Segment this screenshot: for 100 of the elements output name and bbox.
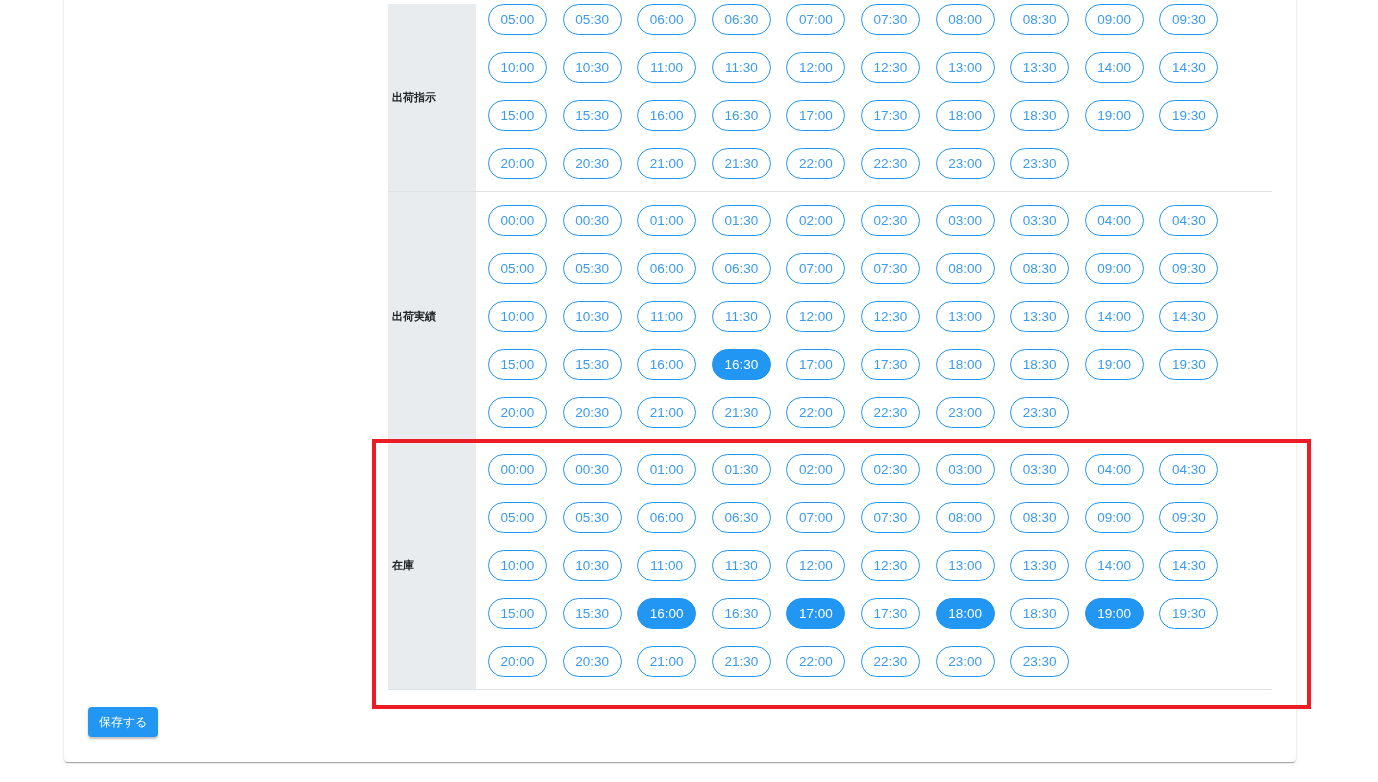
time-slot-toggle[interactable]: 12:00	[786, 52, 846, 83]
time-slot-toggle[interactable]: 18:30	[1010, 349, 1070, 380]
time-slot-toggle[interactable]: 03:30	[1010, 454, 1070, 485]
time-slot-toggle[interactable]: 14:00	[1084, 52, 1144, 83]
time-slot-toggle[interactable]: 07:30	[860, 253, 920, 284]
time-slot-toggle[interactable]: 09:00	[1084, 253, 1144, 284]
time-slot-toggle[interactable]: 23:00	[935, 148, 995, 179]
time-slot-toggle[interactable]: 01:30	[711, 454, 771, 485]
time-slot-toggle[interactable]: 12:30	[860, 52, 920, 83]
time-slot-toggle[interactable]: 15:30	[562, 598, 622, 629]
time-slot-toggle[interactable]: 06:00	[637, 253, 697, 284]
time-slot-toggle[interactable]: 07:00	[786, 502, 846, 533]
time-slot-toggle[interactable]: 20:30	[562, 397, 622, 428]
time-slot-toggle[interactable]: 22:00	[786, 397, 846, 428]
time-slot-toggle[interactable]: 17:30	[860, 100, 920, 131]
time-slot-toggle[interactable]: 13:00	[935, 52, 995, 83]
time-slot-toggle[interactable]: 07:30	[860, 502, 920, 533]
time-slot-toggle[interactable]: 02:00	[786, 454, 846, 485]
time-slot-toggle[interactable]: 19:00	[1084, 598, 1144, 629]
time-slot-toggle[interactable]: 05:00	[488, 4, 547, 35]
time-slot-toggle[interactable]: 05:30	[562, 4, 622, 35]
time-slot-toggle[interactable]: 10:00	[488, 550, 547, 581]
time-slot-toggle[interactable]: 08:00	[935, 4, 995, 35]
time-slot-toggle[interactable]: 10:30	[562, 550, 622, 581]
time-slot-toggle[interactable]: 20:30	[562, 148, 622, 179]
time-slot-toggle[interactable]: 18:00	[935, 100, 995, 131]
time-slot-toggle[interactable]: 22:30	[860, 397, 920, 428]
time-slot-toggle[interactable]: 08:00	[935, 502, 995, 533]
time-slot-toggle[interactable]: 06:00	[637, 502, 697, 533]
time-slot-toggle[interactable]: 22:00	[786, 646, 846, 677]
time-slot-toggle[interactable]: 17:00	[786, 349, 846, 380]
time-slot-toggle[interactable]: 02:30	[860, 205, 920, 236]
time-slot-toggle[interactable]: 09:00	[1084, 502, 1144, 533]
time-slot-toggle[interactable]: 11:00	[637, 301, 697, 332]
time-slot-toggle[interactable]: 23:00	[935, 646, 995, 677]
time-slot-toggle[interactable]: 19:30	[1159, 100, 1219, 131]
time-slot-toggle[interactable]: 17:00	[786, 100, 846, 131]
time-slot-toggle[interactable]: 09:30	[1159, 4, 1219, 35]
time-slot-toggle[interactable]: 14:00	[1084, 550, 1144, 581]
time-slot-toggle[interactable]: 12:00	[786, 550, 846, 581]
time-slot-toggle[interactable]: 10:00	[488, 301, 547, 332]
time-slot-toggle[interactable]: 01:00	[637, 454, 697, 485]
time-slot-toggle[interactable]: 19:00	[1084, 100, 1144, 131]
time-slot-toggle[interactable]: 23:30	[1010, 148, 1070, 179]
time-slot-toggle[interactable]: 15:00	[488, 598, 547, 629]
time-slot-toggle[interactable]: 06:30	[711, 4, 771, 35]
time-slot-toggle[interactable]: 00:30	[562, 454, 622, 485]
time-slot-toggle[interactable]: 06:00	[637, 4, 697, 35]
time-slot-toggle[interactable]: 04:30	[1159, 454, 1219, 485]
time-slot-toggle[interactable]: 21:00	[637, 646, 697, 677]
time-slot-toggle[interactable]: 23:00	[935, 397, 995, 428]
time-slot-toggle[interactable]: 03:30	[1010, 205, 1070, 236]
time-slot-toggle[interactable]: 20:30	[562, 646, 622, 677]
time-slot-toggle[interactable]: 10:00	[488, 52, 547, 83]
time-slot-toggle[interactable]: 13:30	[1010, 52, 1070, 83]
time-slot-toggle[interactable]: 22:30	[860, 148, 920, 179]
time-slot-toggle[interactable]: 01:30	[711, 205, 771, 236]
time-slot-toggle[interactable]: 06:30	[711, 502, 771, 533]
time-slot-toggle[interactable]: 15:30	[562, 100, 622, 131]
time-slot-toggle[interactable]: 00:00	[488, 205, 547, 236]
time-slot-toggle[interactable]: 16:00	[637, 349, 697, 380]
time-slot-toggle[interactable]: 15:00	[488, 100, 547, 131]
time-slot-toggle[interactable]: 07:30	[860, 4, 920, 35]
time-slot-toggle[interactable]: 12:00	[786, 301, 846, 332]
time-slot-toggle[interactable]: 19:00	[1084, 349, 1144, 380]
time-slot-toggle[interactable]: 02:30	[860, 454, 920, 485]
time-slot-toggle[interactable]: 09:30	[1159, 502, 1219, 533]
time-slot-toggle[interactable]: 06:30	[711, 253, 771, 284]
time-slot-toggle[interactable]: 00:00	[488, 454, 547, 485]
time-slot-toggle[interactable]: 20:00	[488, 646, 547, 677]
time-slot-toggle[interactable]: 15:30	[562, 349, 622, 380]
time-slot-toggle[interactable]: 09:00	[1084, 4, 1144, 35]
time-slot-toggle[interactable]: 08:30	[1010, 253, 1070, 284]
time-slot-toggle[interactable]: 10:30	[562, 301, 622, 332]
time-slot-toggle[interactable]: 05:00	[488, 253, 547, 284]
time-slot-toggle[interactable]: 12:30	[860, 301, 920, 332]
time-slot-toggle[interactable]: 19:30	[1159, 349, 1219, 380]
time-slot-toggle[interactable]: 16:00	[637, 100, 697, 131]
time-slot-toggle[interactable]: 12:30	[860, 550, 920, 581]
time-slot-toggle[interactable]: 13:30	[1010, 550, 1070, 581]
time-slot-toggle[interactable]: 22:30	[860, 646, 920, 677]
time-slot-toggle[interactable]: 18:00	[935, 598, 995, 629]
time-slot-toggle[interactable]: 13:30	[1010, 301, 1070, 332]
time-slot-toggle[interactable]: 23:30	[1010, 646, 1070, 677]
time-slot-toggle[interactable]: 14:30	[1159, 550, 1219, 581]
time-slot-toggle[interactable]: 05:00	[488, 502, 547, 533]
time-slot-toggle[interactable]: 18:30	[1010, 598, 1070, 629]
time-slot-toggle[interactable]: 01:00	[637, 205, 697, 236]
time-slot-toggle[interactable]: 05:30	[562, 502, 622, 533]
time-slot-toggle[interactable]: 16:30	[711, 349, 771, 380]
time-slot-toggle[interactable]: 04:30	[1159, 205, 1219, 236]
time-slot-toggle[interactable]: 21:30	[711, 646, 771, 677]
time-slot-toggle[interactable]: 20:00	[488, 148, 547, 179]
time-slot-toggle[interactable]: 11:30	[711, 52, 771, 83]
time-slot-toggle[interactable]: 04:00	[1084, 205, 1144, 236]
time-slot-toggle[interactable]: 19:30	[1159, 598, 1219, 629]
time-slot-toggle[interactable]: 09:30	[1159, 253, 1219, 284]
time-slot-toggle[interactable]: 15:00	[488, 349, 547, 380]
time-slot-toggle[interactable]: 13:00	[935, 301, 995, 332]
time-slot-toggle[interactable]: 08:30	[1010, 502, 1070, 533]
